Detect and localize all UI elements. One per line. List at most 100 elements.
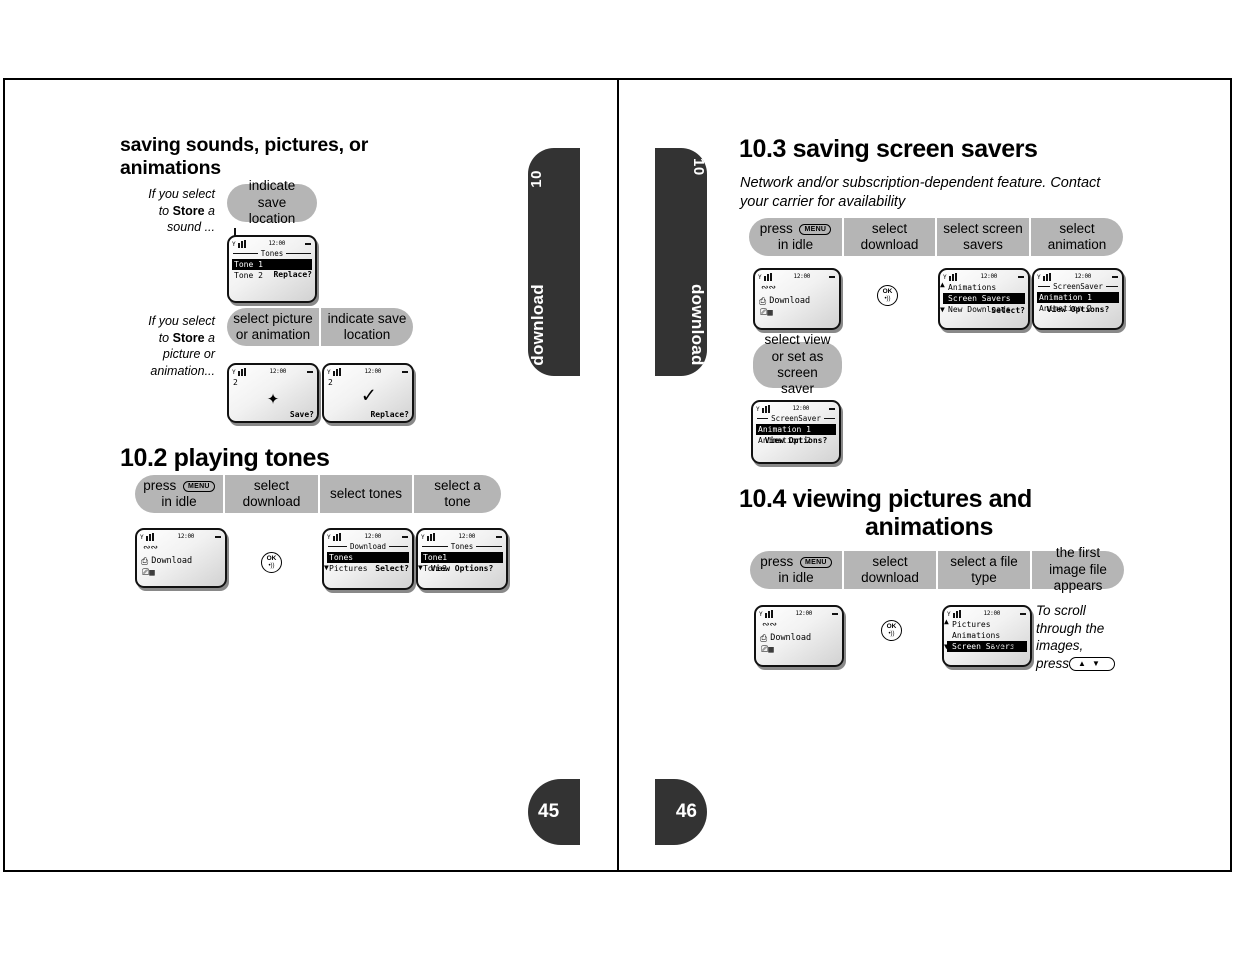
- screen-body: Pictures Animations Screen Savers Select…: [944, 618, 1030, 652]
- section-10-2-pills: press MENU in idle select download selec…: [135, 475, 501, 513]
- battery-icon: [1020, 612, 1026, 615]
- pill-press-menu-in-idle[interactable]: press MENU in idle: [135, 475, 223, 513]
- note-line-1: If you select: [148, 314, 215, 328]
- softkey-label[interactable]: View Options?: [753, 436, 839, 445]
- battery-icon: [307, 370, 313, 373]
- pill-select-download[interactable]: select download: [225, 475, 318, 513]
- pill-press-menu-in-idle[interactable]: press MENU in idle: [749, 218, 842, 256]
- softkey-label[interactable]: Save?: [290, 410, 314, 419]
- phone-screen-tones-list: Y 12:00 Tones Tone1 Tone2 View Options? …: [416, 528, 508, 590]
- scroll-down-indicator: ▼: [944, 642, 949, 651]
- list-item[interactable]: Tone 1: [232, 259, 312, 270]
- list-item[interactable]: Tones: [327, 552, 409, 563]
- signal-icon: Y: [140, 532, 157, 541]
- status-bar: Y 12:00: [756, 607, 842, 619]
- ok-key-bottom: •)): [884, 295, 891, 302]
- pill-select-a-file-type[interactable]: select a file type: [938, 551, 1030, 589]
- phone-card-icon: ⎚▦: [142, 568, 155, 578]
- pill-first-image-file-appears[interactable]: the first image file appears: [1032, 545, 1124, 593]
- screen-body: Tones Tone 1 Tone 2 Replace?: [229, 249, 315, 281]
- list-item[interactable]: Animation 1: [756, 424, 836, 435]
- phone-screen-replace: Y 12:00 2 ✓ Replace?: [322, 363, 414, 423]
- status-bar: Y 12:00: [940, 270, 1028, 282]
- ok-key-icon[interactable]: OK •)): [877, 285, 898, 306]
- scroll-note-line-1: To scroll: [1036, 603, 1086, 618]
- pill-indicate-save-location[interactable]: indicate save location: [227, 178, 317, 226]
- section-heading-10-4-line2: animations: [865, 513, 993, 541]
- pill-press-menu-in-idle[interactable]: press MENU in idle: [750, 551, 842, 589]
- screen-title: Tones: [450, 542, 474, 551]
- list-item[interactable]: Animations: [947, 630, 1027, 641]
- signal-icon: Y: [421, 532, 438, 541]
- clock-label: 12:00: [1074, 273, 1092, 280]
- screen-title-row: ScreenSaver: [757, 414, 836, 423]
- clock-label: 12:00: [980, 273, 998, 280]
- softkey-label[interactable]: Replace?: [273, 270, 312, 279]
- battery-icon: [829, 275, 835, 278]
- scroll-note-line-3: images,: [1036, 638, 1084, 654]
- pill-select-animation[interactable]: select animation: [1031, 218, 1123, 256]
- pill-text-post: in idle: [778, 570, 814, 585]
- ok-key-bottom: •)): [268, 562, 275, 569]
- ok-key-icon[interactable]: OK •)): [261, 552, 282, 573]
- list-item[interactable]: Pictures: [947, 619, 1027, 630]
- softkey-label[interactable]: Select?: [375, 564, 409, 573]
- pill-select-screen-savers[interactable]: select screen savers: [937, 218, 1029, 256]
- idle-download-row: ⎙ Download: [137, 555, 225, 568]
- softkey-label[interactable]: View Options?: [1034, 305, 1122, 314]
- clock-label: 12:00: [458, 533, 476, 540]
- list-item[interactable]: Screen Savers: [943, 293, 1025, 304]
- pill-select-download[interactable]: select download: [844, 218, 935, 256]
- list-item[interactable]: Animation 1: [1037, 292, 1119, 303]
- section-heading-10-2: 10.2 playing tones: [120, 444, 330, 472]
- status-bar: Y 12:00: [324, 365, 412, 377]
- signal-icon: Y: [327, 532, 344, 541]
- note-line-3: picture or: [162, 347, 215, 361]
- section-10-4-pills: press MENU in idle select download selec…: [750, 545, 1124, 593]
- signal-icon: Y: [756, 404, 773, 413]
- section-10-3-pills: press MENU in idle select download selec…: [749, 218, 1123, 256]
- note-line-2-post: a: [204, 330, 215, 345]
- phone-screen-download-list: Y 12:00 Animations Screen Savers New Dow…: [938, 268, 1030, 330]
- status-bar: Y 12:00: [1034, 270, 1122, 282]
- scroll-up-indicator: ▲: [940, 280, 945, 289]
- section-heading-10-4-line1: 10.4 viewing pictures and: [739, 485, 1032, 513]
- list-item[interactable]: Tone1: [421, 552, 503, 563]
- menu-key-icon: MENU: [799, 223, 832, 235]
- pill-indicate-save-location-2[interactable]: indicate save location: [321, 308, 413, 346]
- pill-text-post: in idle: [161, 494, 197, 509]
- clock-label: 12:00: [793, 273, 811, 280]
- scroll-note: To scroll through the images, press ▲▼: [1036, 602, 1146, 672]
- note-line-2-pre: to: [158, 330, 173, 345]
- pill-select-picture-or-animation[interactable]: select picture or animation: [227, 308, 319, 346]
- note-line-1: If you select: [148, 187, 215, 201]
- clock-label: 12:00: [795, 610, 813, 617]
- battery-icon: [305, 242, 311, 245]
- note-line-3: sound ...: [167, 220, 215, 234]
- signal-icon: Y: [943, 272, 960, 281]
- status-bar: Y 12:00: [137, 530, 225, 542]
- softkey-label[interactable]: Replace?: [370, 410, 409, 419]
- scroll-down-indicator: ▼: [324, 563, 329, 572]
- pill-select-download[interactable]: select download: [844, 551, 936, 589]
- softkey-label[interactable]: Select?: [991, 306, 1025, 315]
- signal-icon: Y: [759, 609, 776, 618]
- screen-title: ScreenSaver: [771, 414, 821, 423]
- chapter-tab-left-label: download: [528, 284, 547, 366]
- note-store-sound: If you select to Store a sound ...: [125, 186, 215, 236]
- softkey-label[interactable]: View Options?: [418, 564, 506, 573]
- pill-text-post: in idle: [777, 237, 814, 252]
- chapter-tab-left: 10 download: [528, 148, 580, 376]
- battery-icon: [832, 612, 838, 615]
- pill-select-a-tone[interactable]: select a tone: [414, 475, 501, 513]
- pill-select-tones[interactable]: select tones: [320, 475, 412, 513]
- screen-body: Download Tones Pictures Select? ▼: [324, 542, 412, 574]
- softkey-label[interactable]: Select?: [993, 643, 1027, 652]
- battery-icon: [1018, 275, 1024, 278]
- ok-key-icon[interactable]: OK •)): [881, 620, 902, 641]
- scroll-key-icon[interactable]: ▲▼: [1069, 657, 1115, 671]
- pill-select-view-or-set-as-screen-saver[interactable]: select view or set as screen saver: [753, 332, 842, 396]
- list-item[interactable]: Animations: [943, 282, 1025, 293]
- battery-icon: [496, 535, 502, 538]
- menu-key-icon: MENU: [799, 556, 832, 568]
